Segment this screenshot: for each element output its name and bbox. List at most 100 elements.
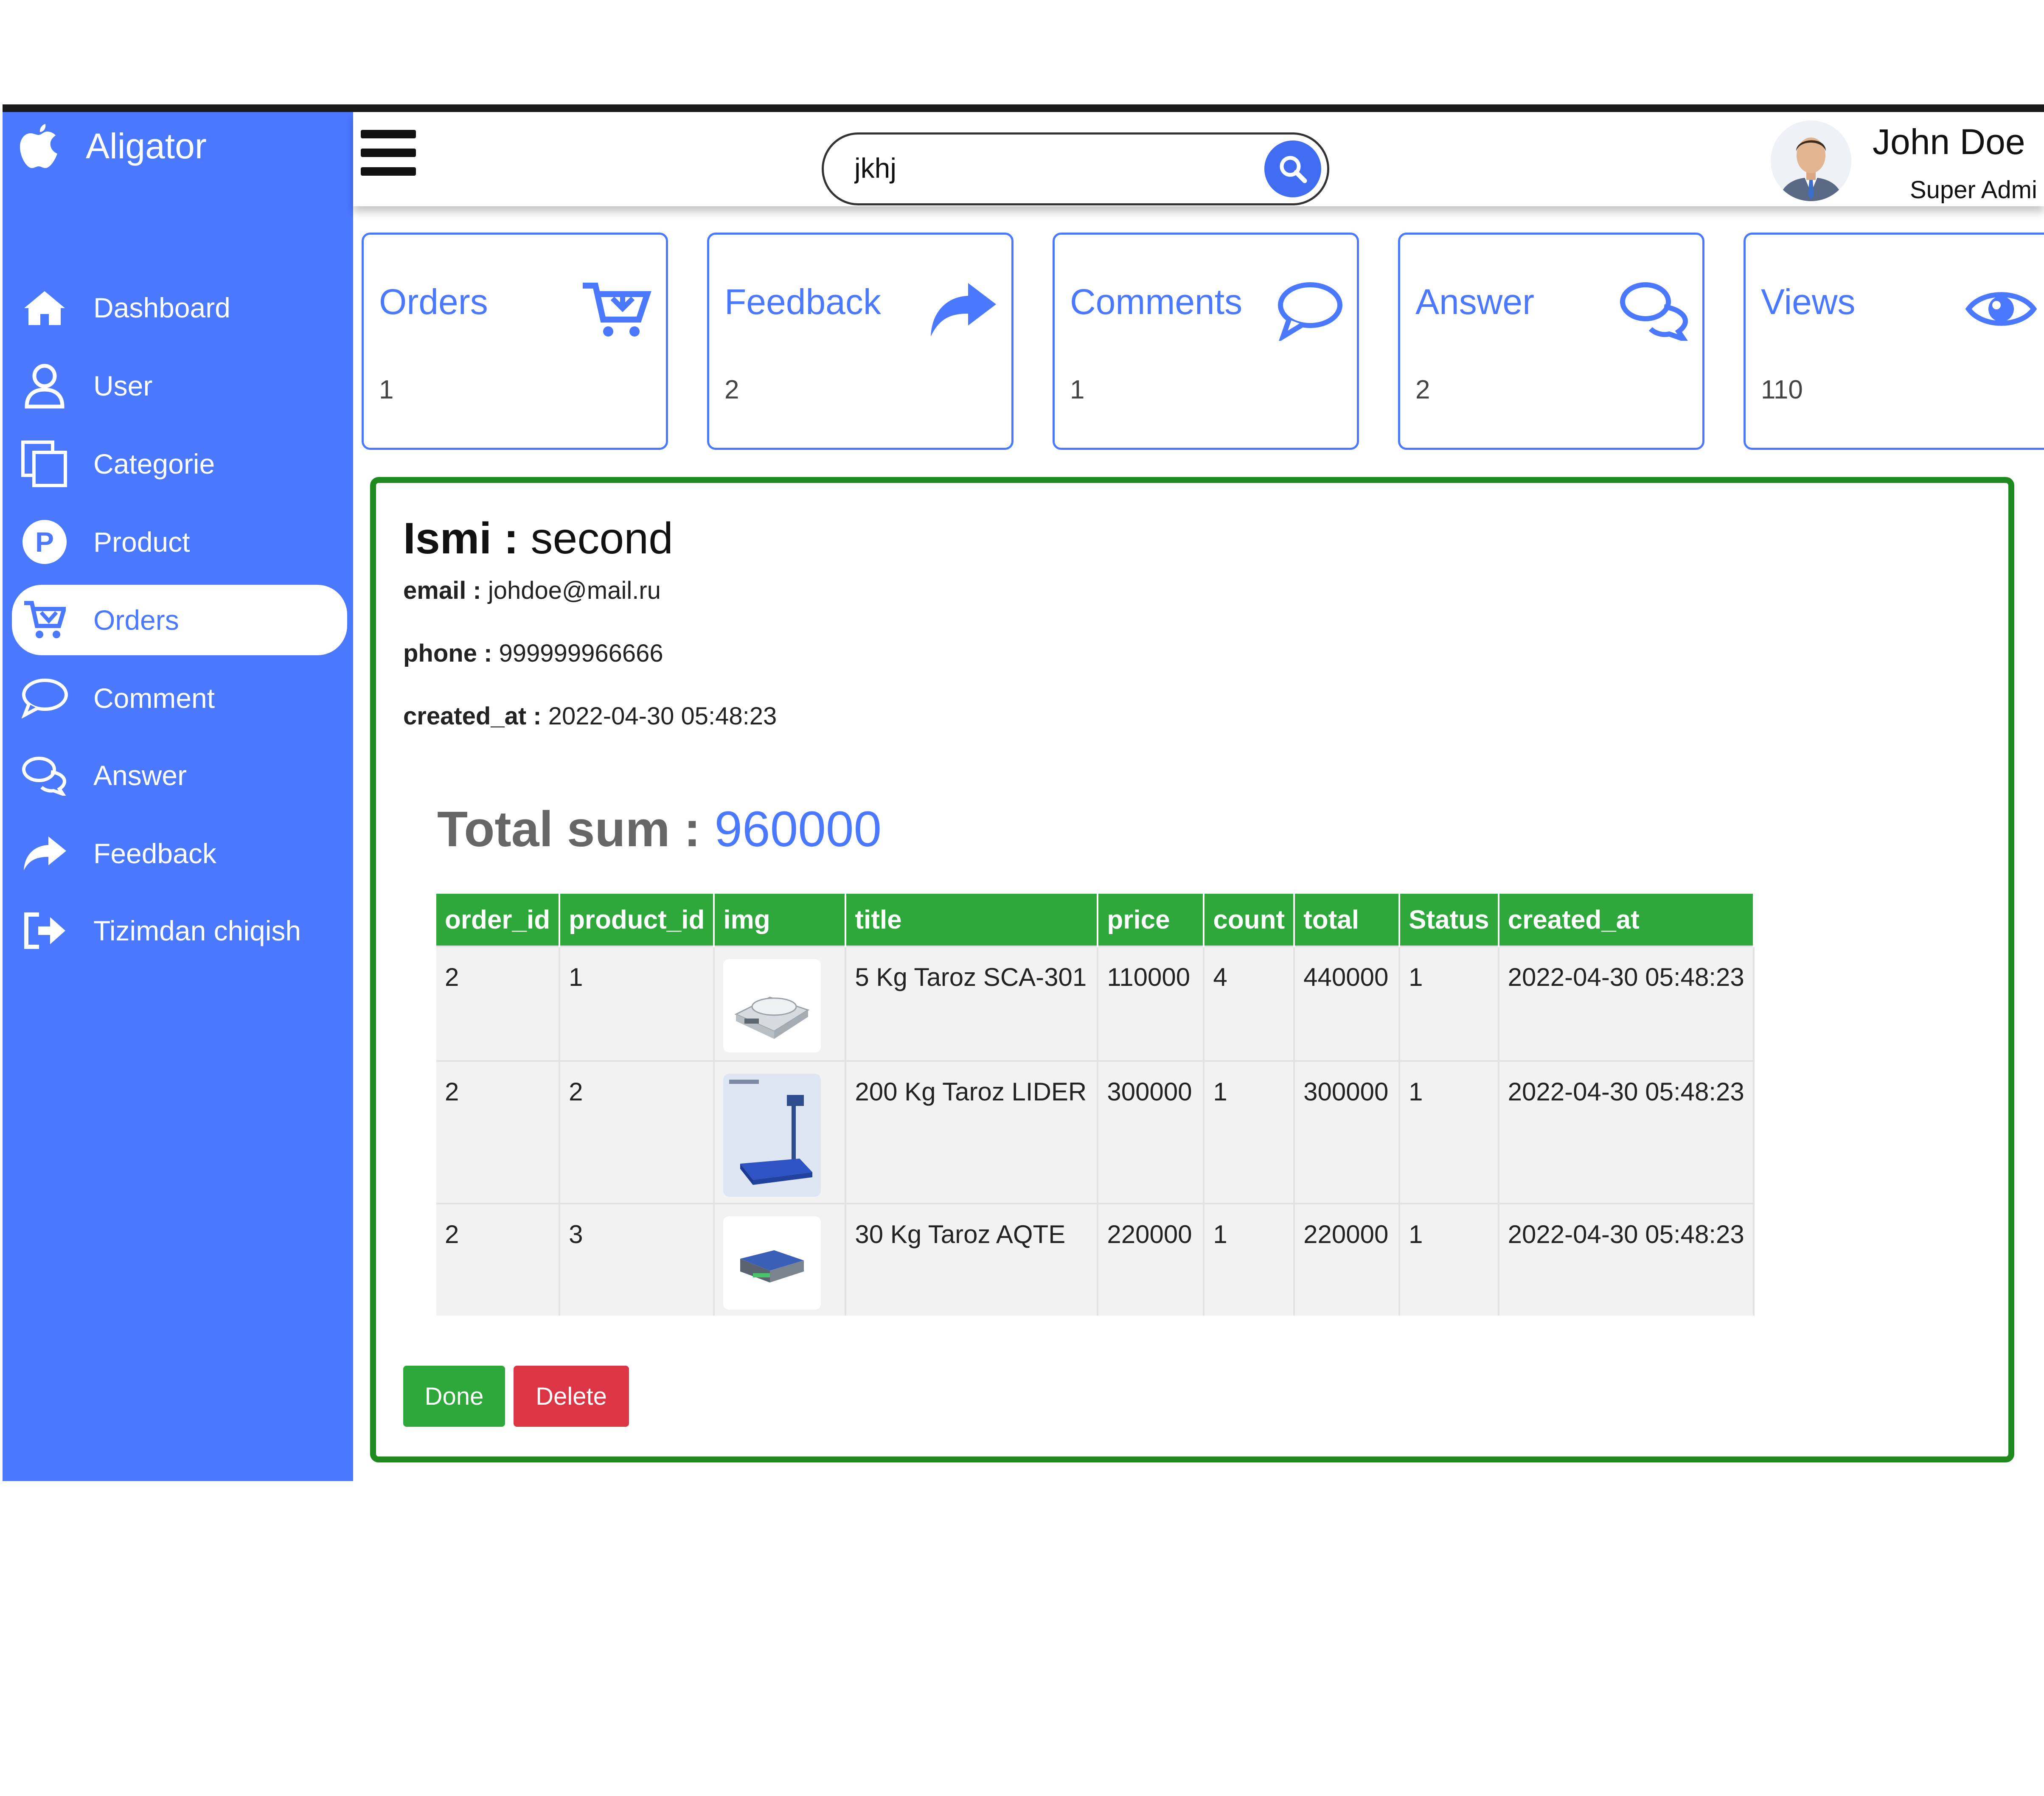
sidebar-item-categorie[interactable]: Categorie — [12, 429, 347, 499]
delete-button[interactable]: Delete — [514, 1366, 629, 1427]
phone-value: 999999966666 — [499, 640, 663, 667]
cell-count: 1 — [1204, 1203, 1295, 1316]
sidebar-item-label: Product — [93, 526, 190, 558]
cell-title: 5 Kg Taroz SCA-301 — [845, 946, 1099, 1061]
stat-card-answer[interactable]: Answer 2 — [1398, 233, 1704, 450]
customer-email: email : johdoe@mail.ru — [403, 576, 661, 605]
hamburger-menu-icon[interactable] — [361, 130, 416, 177]
order-detail-panel: Ismi : second email : johdoe@mail.ru pho… — [370, 477, 2014, 1462]
name-label: Ismi : — [403, 514, 519, 563]
cell-count: 4 — [1204, 946, 1295, 1061]
search-input[interactable] — [854, 152, 1237, 185]
col-created-at: created_at — [1498, 894, 1755, 946]
stat-card-views[interactable]: Views 110 — [1744, 233, 2044, 450]
search-bar — [822, 132, 1329, 205]
created-value: 2022-04-30 05:48:23 — [548, 702, 777, 730]
stat-card-feedback[interactable]: Feedback 2 — [707, 233, 1014, 450]
cell-created-at: 2022-04-30 05:48:23 — [1498, 1060, 1755, 1204]
cell-count: 1 — [1204, 1060, 1295, 1204]
top-header: John Doe Super Admi — [353, 112, 2044, 206]
search-button[interactable] — [1264, 140, 1321, 197]
cell-price: 300000 — [1098, 1060, 1205, 1204]
cell-total: 300000 — [1294, 1060, 1401, 1204]
card-value: 110 — [1761, 375, 1803, 404]
table-row: 2 1 5 Kg Taroz SCA-301 110000 4 440000 1… — [436, 946, 1755, 1061]
total-sum: Total sum : 960000 — [437, 800, 882, 858]
home-icon — [21, 284, 68, 331]
created-label: created_at : — [403, 702, 542, 730]
col-price: price — [1098, 894, 1205, 946]
sidebar-item-answer[interactable]: Answer — [12, 740, 347, 811]
share-icon — [931, 283, 996, 337]
sidebar-item-orders[interactable]: Orders — [12, 585, 347, 655]
brand[interactable]: Aligator — [15, 121, 207, 171]
card-value: 1 — [1070, 375, 1085, 404]
name-value: second — [531, 514, 673, 563]
cell-order-id: 2 — [436, 1060, 561, 1204]
search-icon — [1280, 156, 1307, 183]
cell-order-id: 2 — [436, 1203, 561, 1316]
cell-created-at: 2022-04-30 05:48:23 — [1498, 946, 1755, 1061]
cell-order-id: 2 — [436, 946, 561, 1061]
order-items-table: order_id product_id img title price coun… — [436, 894, 1755, 1316]
card-value: 1 — [379, 375, 394, 404]
product-image — [723, 959, 821, 1052]
stat-card-comments[interactable]: Comments 1 — [1053, 233, 1359, 450]
customer-name: Ismi : second — [403, 514, 673, 564]
col-count: count — [1204, 894, 1295, 946]
svg-text:P: P — [35, 526, 54, 558]
card-value: 2 — [724, 375, 739, 404]
comment-icon — [21, 675, 68, 721]
card-title: Orders — [379, 282, 488, 322]
cell-status: 1 — [1399, 1203, 1499, 1316]
cell-status: 1 — [1399, 1060, 1499, 1204]
cell-created-at: 2022-04-30 05:48:23 — [1498, 1203, 1755, 1316]
user-icon — [21, 362, 68, 409]
table-row: 2 3 30 Kg Taroz AQTE 220000 1 220000 1 2… — [436, 1203, 1755, 1316]
done-button[interactable]: Done — [403, 1366, 505, 1427]
sidebar-item-logout[interactable]: Tizimdan chiqish — [12, 895, 347, 966]
table-row: 2 2 200 Kg Taroz LIDER 300000 1 300000 1… — [436, 1060, 1755, 1204]
card-title: Comments — [1070, 282, 1243, 322]
top-border — [3, 104, 2044, 112]
cart-icon — [21, 597, 68, 643]
comments-icon — [1620, 282, 1688, 341]
sidebar-item-comment[interactable]: Comment — [12, 663, 347, 733]
col-total: total — [1294, 894, 1401, 946]
cell-product-id: 2 — [559, 1060, 715, 1204]
cell-product-id: 1 — [559, 946, 715, 1061]
sidebar-item-label: Feedback — [93, 838, 216, 869]
product-image — [723, 1074, 821, 1197]
sidebar-item-dashboard[interactable]: Dashboard — [12, 272, 347, 343]
card-title: Views — [1761, 282, 1856, 322]
order-created-at: created_at : 2022-04-30 05:48:23 — [403, 702, 777, 730]
user-name: John Doe — [1873, 122, 2025, 162]
brand-name: Aligator — [86, 126, 207, 166]
cart-icon — [583, 283, 651, 337]
sidebar-item-user[interactable]: User — [12, 351, 347, 421]
col-order-id: order_id — [436, 894, 561, 946]
cell-title: 30 Kg Taroz AQTE — [845, 1203, 1099, 1316]
comment-icon — [1278, 282, 1342, 341]
card-title: Feedback — [724, 282, 881, 322]
col-title: title — [845, 894, 1099, 946]
sidebar-item-product[interactable]: P Product — [12, 507, 347, 577]
sidebar-item-label: Orders — [93, 604, 179, 636]
total-label: Total sum : — [437, 801, 701, 857]
sidebar-item-feedback[interactable]: Feedback — [12, 818, 347, 889]
share-icon — [21, 830, 68, 877]
user-role: Super Admi — [1910, 176, 2037, 204]
eye-icon — [1965, 292, 2037, 326]
sidebar: Aligator Dashboard User Categorie P Prod… — [3, 112, 353, 1481]
cell-img — [714, 1060, 847, 1204]
cell-total: 220000 — [1294, 1203, 1401, 1316]
stat-card-orders[interactable]: Orders 1 — [362, 233, 668, 450]
email-label: email : — [403, 577, 481, 604]
cell-price: 110000 — [1098, 946, 1205, 1061]
avatar[interactable] — [1771, 121, 1851, 201]
comments-icon — [21, 752, 68, 799]
cell-total: 440000 — [1294, 946, 1401, 1061]
product-image — [723, 1216, 821, 1310]
cell-product-id: 3 — [559, 1203, 715, 1316]
cell-title: 200 Kg Taroz LIDER — [845, 1060, 1099, 1204]
